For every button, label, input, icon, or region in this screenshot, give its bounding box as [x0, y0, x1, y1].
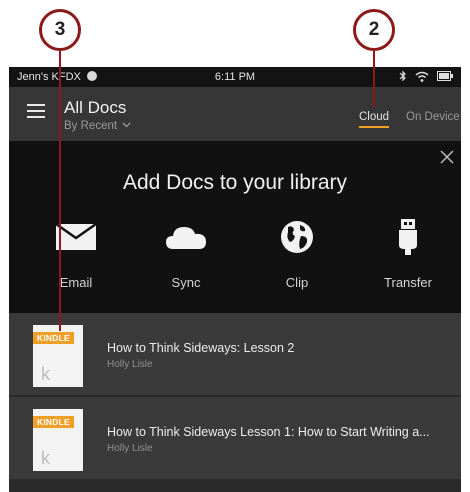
wifi-icon	[415, 71, 429, 82]
transfer-option[interactable]: Transfer	[368, 219, 448, 290]
callout-2: 2	[353, 9, 395, 51]
status-time: 6:11 PM	[214, 71, 256, 83]
tab-on-device[interactable]: On Device	[406, 111, 460, 123]
document-row[interactable]: KINDLE k How to Think Sideways: Lesson 2…	[9, 313, 461, 395]
sort-dropdown[interactable]: By Recent	[64, 120, 131, 132]
menu-icon[interactable]	[27, 104, 45, 118]
document-title: How to Think Sideways Lesson 1: How to S…	[107, 425, 430, 439]
kindle-badge: KINDLE	[33, 332, 74, 344]
usb-icon	[399, 219, 417, 255]
tab-cloud[interactable]: Cloud	[359, 111, 390, 128]
bluetooth-icon	[399, 70, 406, 82]
clip-option[interactable]: Clip	[257, 219, 337, 290]
kindle-k-logo: k	[41, 364, 50, 384]
cloud-icon	[166, 227, 206, 249]
clip-label: Clip	[285, 275, 309, 290]
status-bar: Jenn's KFDX 6:11 PM	[9, 67, 461, 87]
document-title: How to Think Sideways: Lesson 2	[107, 341, 295, 355]
document-author: Holly Lisle	[107, 359, 153, 370]
page-title: All Docs	[64, 98, 127, 117]
email-option[interactable]: Email	[36, 219, 116, 290]
transfer-label: Transfer	[384, 275, 432, 290]
document-row[interactable]: KINDLE k How to Think Sideways Lesson 1:…	[9, 397, 461, 479]
globe-icon	[281, 221, 313, 253]
book-cover: KINDLE k	[33, 325, 83, 387]
kindle-badge: KINDLE	[33, 416, 74, 428]
close-icon[interactable]	[439, 149, 455, 165]
callout-2-leader	[373, 51, 375, 107]
callout-3: 3	[39, 9, 81, 51]
device-screen: Jenn's KFDX 6:11 PM All Docs By Recent C…	[9, 67, 461, 492]
app-header: All Docs By Recent Cloud On Device	[9, 87, 461, 141]
book-cover: KINDLE k	[33, 409, 83, 471]
add-docs-panel: Add Docs to your library Email Sync Clip…	[9, 141, 461, 313]
chevron-down-icon	[122, 122, 131, 128]
email-label: Email	[59, 275, 93, 290]
envelope-icon	[56, 224, 96, 250]
callout-3-leader	[59, 51, 61, 331]
kindle-k-logo: k	[41, 448, 50, 468]
sync-option[interactable]: Sync	[146, 219, 226, 290]
battery-icon	[437, 71, 453, 81]
document-author: Holly Lisle	[107, 443, 153, 454]
add-docs-title: Add Docs to your library	[122, 171, 348, 194]
sync-label: Sync	[171, 275, 201, 290]
